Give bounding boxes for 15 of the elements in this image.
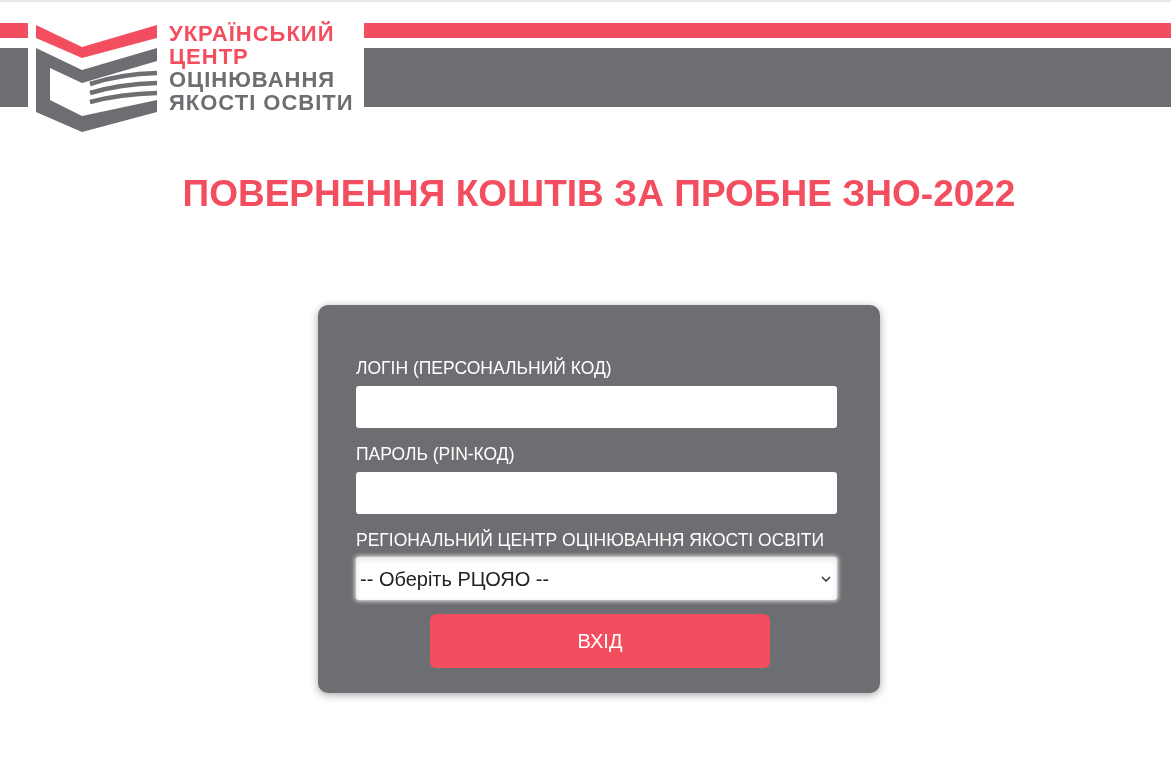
logo-text: УКРАЇНСЬКИЙ <box>169 22 335 45</box>
password-input[interactable] <box>356 472 837 514</box>
field-label: ЛОГІН (ПЕРСОНАЛЬНИЙ КОД) <box>356 358 612 378</box>
logo-icon <box>36 25 158 133</box>
field-label: РЕГІОНАЛЬНИЙ ЦЕНТР ОЦІНЮВАННЯ ЯКОСТІ ОСВІТИ <box>356 530 825 550</box>
header-stripe <box>0 23 28 38</box>
region-select[interactable]: -- Оберіть РЦОЯО -- <box>356 557 837 600</box>
logo-text: ОЦІНЮВАННЯ <box>169 68 336 91</box>
logo-text: ЯКОСТІ ОСВІТИ <box>169 91 354 114</box>
header-band <box>0 48 28 107</box>
logo-text: ЦЕНТР <box>169 45 249 68</box>
chevron-down-icon <box>821 575 831 582</box>
page-title: ПОВЕРНЕННЯ КОШТІВ ЗА ПРОБНЕ ЗНО-2022 <box>182 172 1016 215</box>
login-input[interactable] <box>356 386 837 428</box>
field-label: ПАРОЛЬ (PIN-КОД) <box>356 444 515 464</box>
